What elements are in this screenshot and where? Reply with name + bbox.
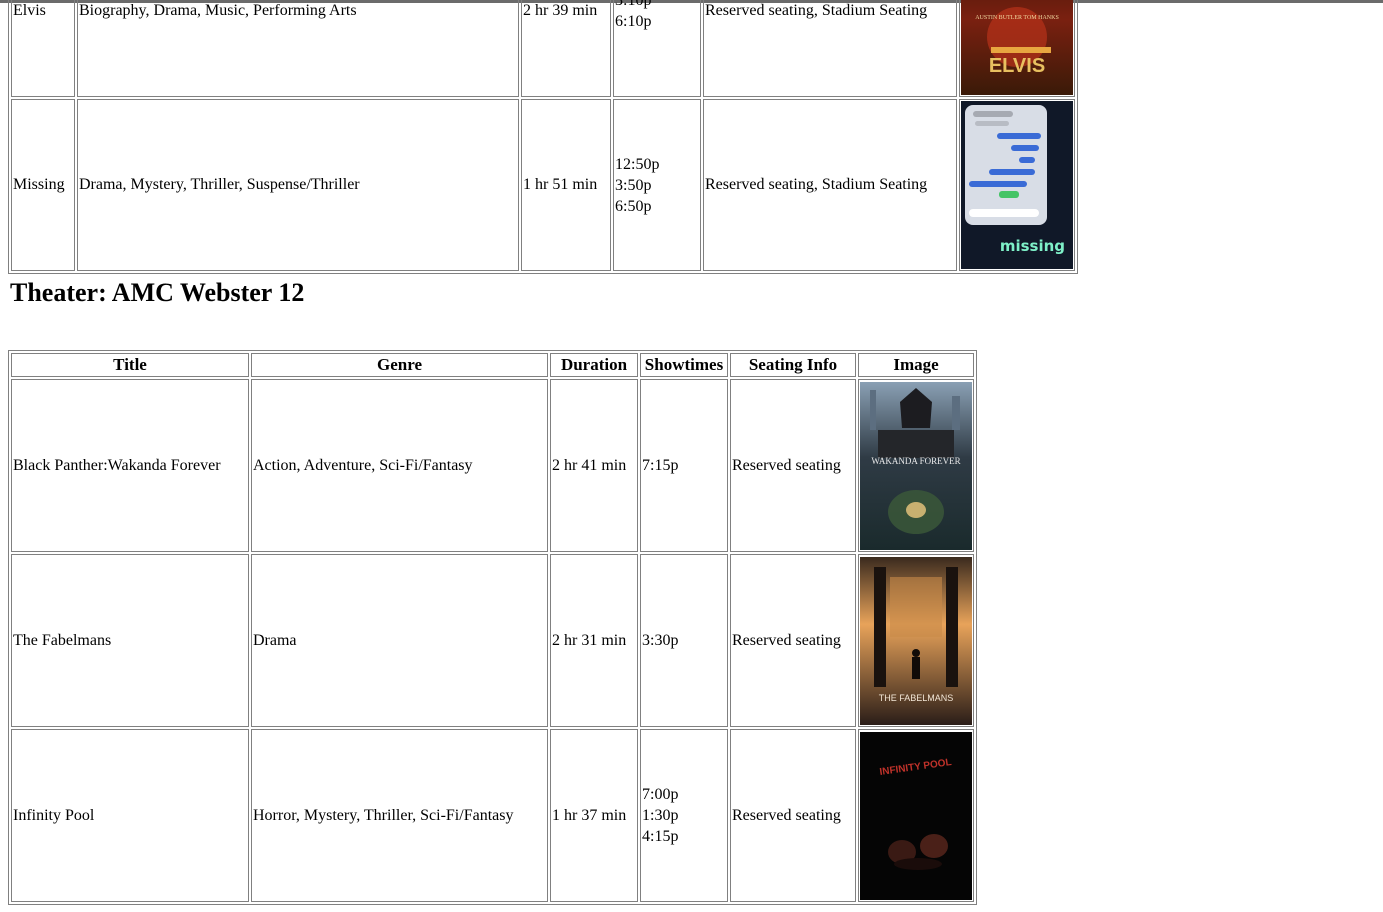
- movie-image-cell: INFINITY POOL: [858, 729, 974, 902]
- movie-showtimes: 3:10p 6:10p: [613, 0, 701, 97]
- movie-duration: 1 hr 37 min: [550, 729, 638, 902]
- movie-duration: 2 hr 31 min: [550, 554, 638, 727]
- movie-image-cell: missing: [959, 99, 1075, 271]
- column-header-duration: Duration: [550, 353, 638, 377]
- table-row: Elvis Biography, Drama, Music, Performin…: [11, 0, 1075, 97]
- elvis-poster-image: ELVIS AUSTIN BUTLER TOM HANKS: [961, 0, 1073, 95]
- movie-duration: 2 hr 39 min: [521, 0, 611, 97]
- showtime[interactable]: 6:50p: [615, 196, 699, 217]
- table-header-row: Title Genre Duration Showtimes Seating I…: [11, 353, 974, 377]
- movie-seating: Reserved seating: [730, 379, 856, 552]
- movie-genre: Drama: [251, 554, 548, 727]
- movie-genre: Horror, Mystery, Thriller, Sci-Fi/Fantas…: [251, 729, 548, 902]
- movie-image-cell: THE FABELMANS: [858, 554, 974, 727]
- showtime[interactable]: 7:00p: [642, 784, 726, 805]
- table-row: Missing Drama, Mystery, Thriller, Suspen…: [11, 99, 1075, 271]
- previous-theater-table: Elvis Biography, Drama, Music, Performin…: [8, 0, 1078, 274]
- poster-title-text: WAKANDA FOREVER: [871, 456, 960, 466]
- movie-title: The Fabelmans: [11, 554, 249, 727]
- column-header-image: Image: [858, 353, 974, 377]
- table-row: Black Panther:Wakanda Forever Action, Ad…: [11, 379, 974, 552]
- table-row: The Fabelmans Drama 2 hr 31 min 3:30p Re…: [11, 554, 974, 727]
- column-header-genre: Genre: [251, 353, 548, 377]
- fabelmans-poster-image: THE FABELMANS: [860, 556, 972, 725]
- showtime[interactable]: 3:50p: [615, 175, 699, 196]
- movie-showtimes: 7:15p: [640, 379, 728, 552]
- poster-title-text: ELVIS: [989, 55, 1045, 77]
- movie-duration: 1 hr 51 min: [521, 99, 611, 271]
- movie-duration: 2 hr 41 min: [550, 379, 638, 552]
- column-header-seating: Seating Info: [730, 353, 856, 377]
- movie-showtimes: 7:00p 1:30p 4:15p: [640, 729, 728, 902]
- movie-seating: Reserved seating, Stadium Seating: [703, 99, 957, 271]
- showtime[interactable]: 12:50p: [615, 154, 699, 175]
- showtime[interactable]: 3:30p: [642, 630, 726, 651]
- theater-heading: Theater: AMC Webster 12: [10, 278, 305, 307]
- movie-title: Black Panther:Wakanda Forever: [11, 379, 249, 552]
- showtime[interactable]: 4:15p: [642, 826, 726, 847]
- poster-credits-text: AUSTIN BUTLER TOM HANKS: [975, 15, 1059, 21]
- column-header-title: Title: [11, 353, 249, 377]
- showtime[interactable]: 1:30p: [642, 805, 726, 826]
- movie-showtimes: 12:50p 3:50p 6:50p: [613, 99, 701, 271]
- poster-title-text: missing: [1000, 237, 1065, 255]
- infinity-pool-poster-image: INFINITY POOL: [860, 731, 972, 900]
- movie-title: Elvis: [11, 0, 75, 97]
- column-header-showtimes: Showtimes: [640, 353, 728, 377]
- movie-title: Missing: [11, 99, 75, 271]
- movie-image-cell: ELVIS AUSTIN BUTLER TOM HANKS: [959, 0, 1075, 97]
- poster-title-text: THE FABELMANS: [879, 693, 954, 703]
- movie-genre: Biography, Drama, Music, Performing Arts: [77, 0, 519, 97]
- missing-poster-image: missing: [961, 101, 1073, 269]
- movie-showtimes: 3:30p: [640, 554, 728, 727]
- movie-image-cell: WAKANDA FOREVER: [858, 379, 974, 552]
- movie-genre: Action, Adventure, Sci-Fi/Fantasy: [251, 379, 548, 552]
- table-row: Infinity Pool Horror, Mystery, Thriller,…: [11, 729, 974, 902]
- movie-genre: Drama, Mystery, Thriller, Suspense/Thril…: [77, 99, 519, 271]
- showtime[interactable]: 7:15p: [642, 455, 726, 476]
- movie-seating: Reserved seating: [730, 729, 856, 902]
- wakanda-forever-poster-image: WAKANDA FOREVER: [860, 381, 972, 550]
- showtime[interactable]: 6:10p: [615, 11, 699, 32]
- movie-seating: Reserved seating: [730, 554, 856, 727]
- movie-title: Infinity Pool: [11, 729, 249, 902]
- showtimes-table: Title Genre Duration Showtimes Seating I…: [8, 350, 977, 905]
- showtime[interactable]: 3:10p: [615, 0, 699, 11]
- movie-seating: Reserved seating, Stadium Seating: [703, 0, 957, 97]
